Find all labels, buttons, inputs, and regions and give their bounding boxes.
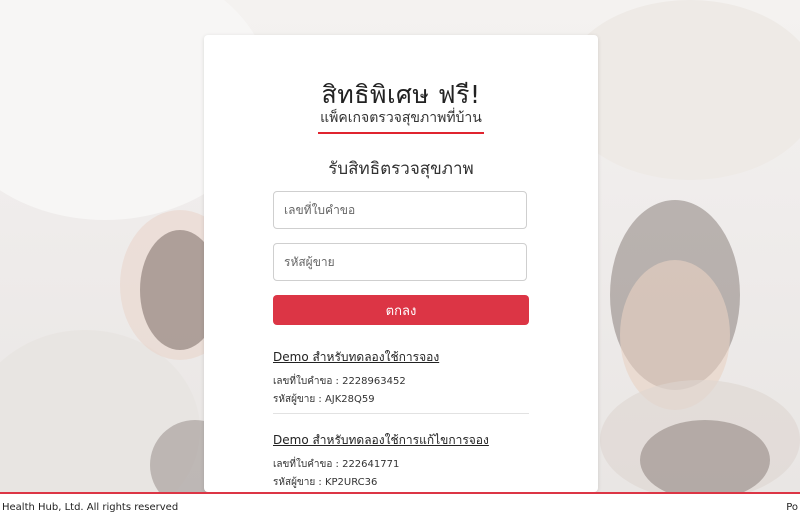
divider (273, 413, 529, 414)
demo-booking-seller-code: รหัสผู้ขาย : AJK28Q59 (273, 394, 375, 405)
demo-booking-request-no: เลขที่ใบคำขอ : 2228963452 (273, 376, 406, 387)
seller-code-input[interactable] (273, 243, 527, 281)
demo-edit-booking: Demo สำหรับทดลองใช้การแก้ไขการจอง เลขที่… (273, 429, 529, 492)
footer-right-link[interactable]: Po (786, 502, 798, 513)
demo-edit-booking-link[interactable]: Demo สำหรับทดลองใช้การแก้ไขการจอง (273, 431, 489, 450)
demo-edit-seller-code: รหัสผู้ขาย : KP2URC36 (273, 477, 378, 488)
submit-button[interactable]: ตกลง (273, 295, 529, 325)
subheadline-text: แพ็คเกจตรวจสุขภาพที่บ้าน (318, 107, 484, 134)
copyright-text: Health Hub, Ltd. All rights reserved (2, 502, 179, 513)
promo-card: สิทธิพิเศษ ฟรี! แพ็คเกจตรวจสุขภาพที่บ้าน… (204, 35, 598, 492)
demo-edit-request-no: เลขที่ใบคำขอ : 222641771 (273, 459, 400, 470)
subheadline: แพ็คเกจตรวจสุขภาพที่บ้าน (204, 107, 598, 134)
demo-booking-link[interactable]: Demo สำหรับทดลองใช้การจอง (273, 348, 439, 367)
footer: Health Hub, Ltd. All rights reserved Po (0, 492, 800, 522)
form-title: รับสิทธิตรวจสุขภาพ (328, 159, 474, 179)
request-number-input[interactable] (273, 191, 527, 229)
demo-booking: Demo สำหรับทดลองใช้การจอง เลขที่ใบคำขอ :… (273, 346, 529, 409)
